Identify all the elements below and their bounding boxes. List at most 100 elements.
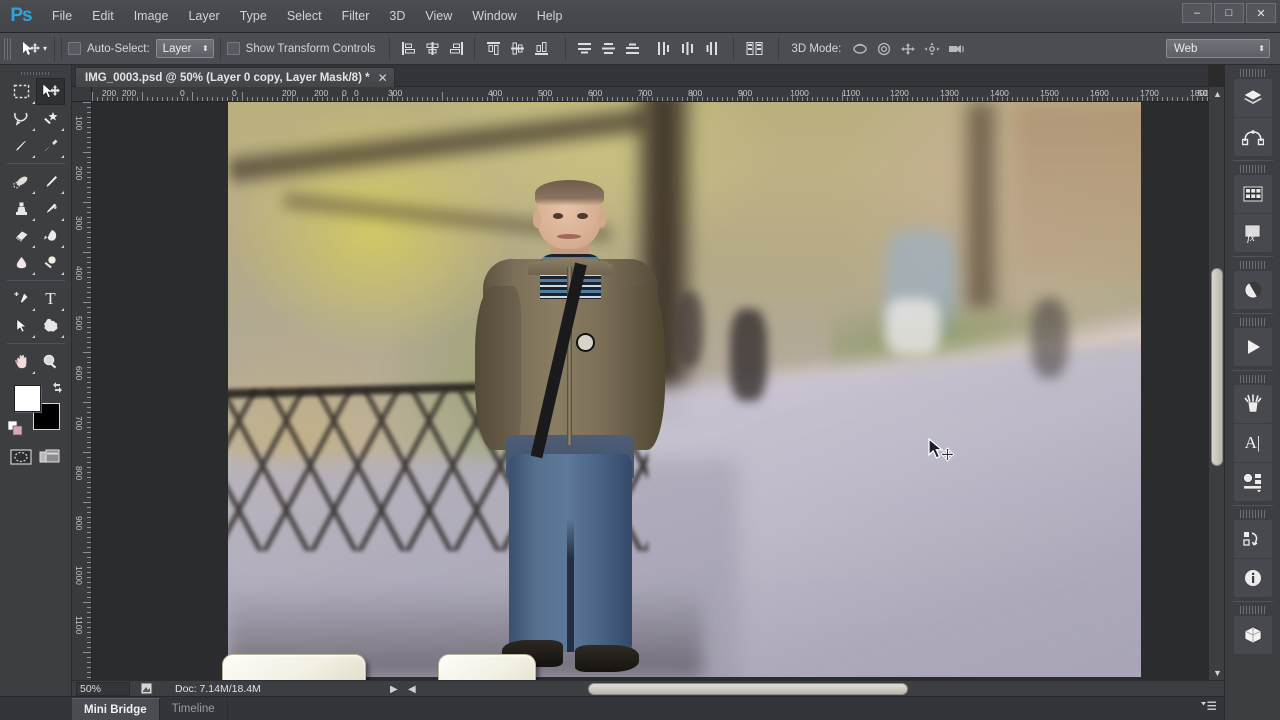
quick-mask-mode-icon[interactable] [8, 447, 34, 467]
dodge-tool[interactable] [36, 249, 65, 276]
auto-align-layers-button[interactable] [741, 38, 767, 60]
options-bar-gripper[interactable] [4, 37, 12, 60]
menu-item-view[interactable]: View [415, 0, 462, 33]
pan-3d-camera-button[interactable] [897, 38, 919, 60]
scroll-down-arrow-icon[interactable]: ▼ [1213, 668, 1222, 678]
vertical-ruler[interactable]: 100 200 300 400 500 600 700 800 900 1000 1100 [72, 102, 92, 680]
dock-gripper-4[interactable] [1239, 318, 1266, 326]
align-vertical-centers-button[interactable] [506, 38, 528, 60]
menu-item-image[interactable]: Image [124, 0, 179, 33]
menu-item-select[interactable]: Select [277, 0, 332, 33]
distribute-top-edges-button[interactable] [573, 38, 595, 60]
brush-presets-panel-icon[interactable] [1233, 385, 1272, 423]
lasso-tool[interactable] [7, 105, 36, 132]
eyedropper-tool[interactable] [36, 132, 65, 159]
crop-tool[interactable] [7, 132, 36, 159]
auto-select-checkbox[interactable] [68, 42, 82, 55]
menu-item-file[interactable]: File [42, 0, 82, 33]
actions-panel-icon[interactable] [1233, 328, 1272, 366]
panel-menu-icon[interactable] [1201, 700, 1216, 715]
vertical-scrollbar-thumb[interactable] [1211, 268, 1223, 466]
styles-panel-icon[interactable]: fx [1233, 214, 1272, 252]
adjustments-panel-icon[interactable] [1233, 175, 1272, 213]
spot-healing-brush-tool[interactable] [7, 168, 36, 195]
roll-3d-camera-button[interactable] [873, 38, 895, 60]
eraser-tool[interactable] [7, 222, 36, 249]
dock-gripper-6[interactable] [1239, 510, 1266, 518]
image-canvas[interactable] [228, 102, 1141, 677]
info-panel-icon[interactable] [1233, 559, 1272, 597]
distribute-right-edges-button[interactable] [700, 38, 722, 60]
default-colors-icon[interactable] [7, 420, 23, 441]
show-transform-controls-checkbox[interactable] [226, 42, 240, 55]
minimize-button[interactable]: – [1182, 3, 1212, 23]
foreground-color-swatch[interactable] [14, 385, 41, 412]
tab-mini-bridge[interactable]: Mini Bridge [72, 698, 160, 720]
document-thumbnail-icon[interactable] [140, 682, 153, 695]
horizontal-ruler[interactable]: 200 200 0 0 200 200 0 0 300 400 500 600 700 800 900 100… [92, 87, 1208, 102]
align-left-edges-button[interactable] [397, 38, 419, 60]
screen-mode-icon[interactable] [37, 447, 63, 467]
swap-colors-icon[interactable] [51, 381, 64, 397]
tool-preset-picker[interactable]: ▾ [16, 35, 56, 62]
tool-preset-chevron-icon[interactable]: ▾ [43, 44, 47, 53]
workspace-select[interactable]: Web ⬍ [1166, 39, 1270, 58]
blur-tool[interactable] [7, 249, 36, 276]
magic-wand-tool[interactable] [36, 105, 65, 132]
ruler-corner[interactable] [72, 87, 92, 102]
close-document-icon[interactable]: ✕ [378, 72, 388, 84]
menu-item-window[interactable]: Window [462, 0, 526, 33]
dock-gripper-2[interactable] [1239, 165, 1266, 173]
scroll-up-arrow-icon[interactable]: ▲ [1213, 89, 1222, 99]
align-right-edges-button[interactable] [445, 38, 467, 60]
custom-shape-tool[interactable] [36, 312, 65, 339]
menu-item-filter[interactable]: Filter [332, 0, 380, 33]
hand-tool[interactable] [7, 348, 36, 375]
zoom-tool[interactable] [36, 348, 65, 375]
gradient-tool[interactable] [36, 222, 65, 249]
status-expand-arrow-icon[interactable]: ▶ [390, 684, 398, 695]
horizontal-scrollbar[interactable]: ▶ [516, 681, 1280, 696]
3d-panel-icon[interactable] [1233, 463, 1272, 501]
tools-panel-gripper[interactable] [0, 68, 71, 78]
history-brush-tool[interactable] [36, 195, 65, 222]
align-top-edges-button[interactable] [482, 38, 504, 60]
history-panel-icon[interactable] [1233, 520, 1272, 558]
menu-item-layer[interactable]: Layer [178, 0, 229, 33]
distribute-horizontal-centers-button[interactable] [676, 38, 698, 60]
dock-gripper-3[interactable] [1239, 261, 1266, 269]
clone-stamp-tool[interactable] [7, 195, 36, 222]
character-panel-icon[interactable]: A| [1233, 424, 1272, 462]
dock-gripper[interactable] [1239, 69, 1266, 77]
dock-gripper-7[interactable] [1239, 606, 1266, 614]
auto-select-scope-select[interactable]: Layer ⬍ [155, 39, 214, 58]
menu-item-help[interactable]: Help [527, 0, 573, 33]
3d-scene-panel-icon[interactable] [1233, 616, 1272, 654]
dock-gripper-5[interactable] [1239, 375, 1266, 383]
vertical-scrollbar[interactable]: ▲ ▼ [1208, 87, 1224, 680]
rectangular-marquee-tool[interactable] [7, 78, 36, 105]
menu-item-3d[interactable]: 3D [379, 0, 415, 33]
horizontal-type-tool[interactable]: T [36, 285, 65, 312]
layers-panel-icon[interactable] [1233, 79, 1272, 117]
horizontal-scrollbar-thumb[interactable] [588, 683, 908, 695]
menu-item-edit[interactable]: Edit [82, 0, 124, 33]
zoom-3d-camera-button[interactable] [945, 38, 967, 60]
distribute-left-edges-button[interactable] [652, 38, 674, 60]
path-selection-tool[interactable] [7, 312, 36, 339]
mask-properties-panel-icon[interactable] [1233, 271, 1272, 309]
distribute-vertical-centers-button[interactable] [597, 38, 619, 60]
align-horizontal-centers-button[interactable] [421, 38, 443, 60]
pen-tool[interactable] [7, 285, 36, 312]
brush-tool[interactable] [36, 168, 65, 195]
close-button[interactable]: ✕ [1246, 3, 1276, 23]
move-tool[interactable] [36, 78, 65, 105]
document-tab[interactable]: IMG_0003.psd @ 50% (Layer 0 copy, Layer … [75, 67, 395, 87]
maximize-button[interactable]: □ [1214, 3, 1244, 23]
status-collapse-arrow-icon[interactable]: ◀ [408, 684, 416, 695]
paths-panel-icon[interactable] [1233, 118, 1272, 156]
menu-item-type[interactable]: Type [230, 0, 277, 33]
canvas-area[interactable]: Ctrl + 1 [92, 102, 1208, 680]
tab-timeline[interactable]: Timeline [160, 698, 228, 720]
distribute-bottom-edges-button[interactable] [621, 38, 643, 60]
